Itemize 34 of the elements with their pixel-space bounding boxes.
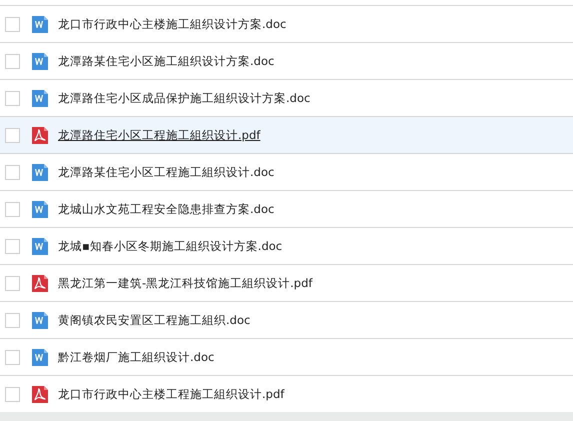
checkbox[interactable] [5,128,20,142]
checkbox[interactable] [5,164,20,180]
file-name-link[interactable]: 龙潭路某住宅小区施工組织设计方案.doc [58,54,274,68]
checkbox[interactable] [5,276,20,290]
file-row[interactable]: 龙潭路住宅小区工程施工組织设计.pdf [0,116,573,153]
pdf-document-icon [32,274,48,292]
file-name-link[interactable]: 龙口市行政中心主楼工程施工組织设计.pdf [58,386,284,402]
checkbox[interactable] [5,16,20,32]
word-document-icon [32,164,48,180]
checkbox[interactable] [5,350,20,364]
checkbox[interactable] [5,54,20,68]
pdf-document-icon [32,126,48,144]
file-name-link[interactable]: 龙潭路住宅小区工程施工組织设计.pdf [58,128,260,142]
pdf-document-icon [32,386,48,402]
file-name-link[interactable]: 龙城山水文苑工程安全隐患排查方案.doc [58,202,274,216]
file-name-link[interactable]: 龙口市行政中心主楼施工組织设计方案.doc [58,16,286,32]
word-document-icon [32,52,48,70]
file-name-link[interactable]: 黑龙江第一建筑-黑龙江科技馆施工組织设计.pdf [58,276,312,290]
word-document-icon [32,238,48,254]
checkbox[interactable] [5,90,20,106]
checkbox[interactable] [5,386,20,402]
word-document-icon [32,90,48,106]
checkbox[interactable] [5,202,20,216]
file-name-link[interactable]: 龙潭路住宅小区成品保护施工組织设计方案.doc [58,90,310,106]
checkbox[interactable] [5,238,20,254]
word-document-icon [32,200,48,218]
checkbox[interactable] [5,312,20,328]
file-name-link[interactable]: 龙潭路某住宅小区工程施工組织设计.doc [58,164,274,180]
word-document-icon [32,312,48,328]
word-document-icon [32,16,48,32]
word-document-icon [32,348,48,366]
file-name-link[interactable]: 龙城▪知春小区冬期施工組织设计方案.doc [58,238,282,254]
file-name-link[interactable]: 黔江卷烟厂施工組织设计.doc [58,350,214,364]
file-name-link[interactable]: 黄阁镇农民安置区工程施工組织.doc [58,312,250,328]
